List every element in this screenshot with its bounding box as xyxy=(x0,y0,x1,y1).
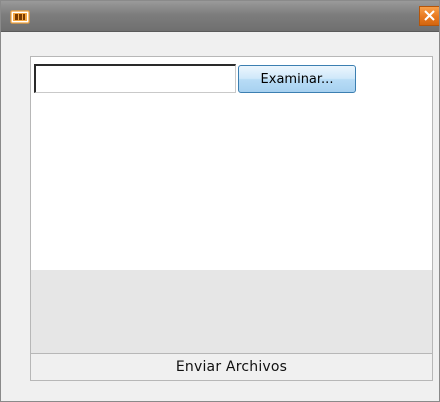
close-icon xyxy=(420,10,439,29)
close-button[interactable] xyxy=(419,6,439,26)
upload-panel: Examinar... Enviar Archivos xyxy=(30,56,433,381)
browse-button[interactable]: Examinar... xyxy=(238,65,356,93)
app-logo-icon xyxy=(10,9,30,24)
send-files-button[interactable]: Enviar Archivos xyxy=(31,354,432,380)
file-path-input[interactable] xyxy=(34,64,236,93)
title-bar[interactable] xyxy=(1,1,439,32)
dialog-window: Examinar... Enviar Archivos xyxy=(0,0,440,402)
upload-area: Examinar... xyxy=(31,57,432,270)
